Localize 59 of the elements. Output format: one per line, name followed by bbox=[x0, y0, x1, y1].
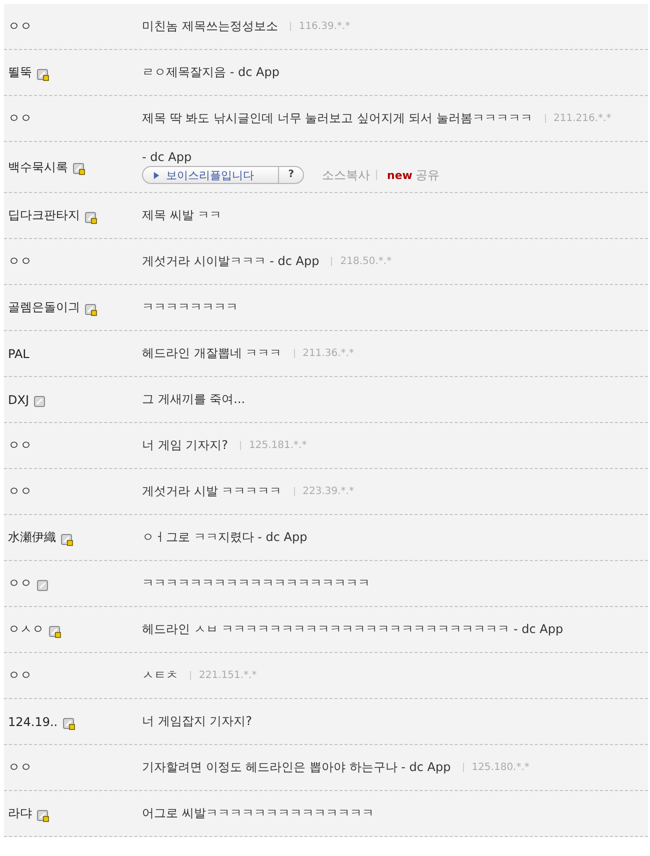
gallery-lock-icon[interactable] bbox=[73, 163, 85, 175]
comment-text: 그 게새끼를 죽여... bbox=[142, 391, 246, 408]
gallery-lock-icon[interactable] bbox=[49, 626, 61, 638]
ip-address: 125.181.*.* bbox=[240, 441, 307, 450]
user-nickname: PAL bbox=[8, 346, 30, 360]
user-nickname: 라댜 bbox=[8, 805, 32, 822]
ip-address: 223.39.*.* bbox=[294, 487, 354, 496]
gallery-lock-icon[interactable] bbox=[85, 212, 97, 224]
user-nickname: 골렘은돌이긔 bbox=[8, 299, 80, 316]
comment-text: - dc App bbox=[142, 150, 192, 164]
voice-reply-player[interactable]: 보이스리플입니다 ? bbox=[142, 166, 304, 184]
comment-text: 게섯거라 시발 ㅋㅋㅋㅋㅋ bbox=[142, 483, 282, 500]
ip-address: 218.50.*.* bbox=[331, 257, 392, 266]
comment-text: 게섯거라 시이발ㅋㅋㅋ - dc App bbox=[142, 253, 320, 270]
user-nickname: ㅇㅇ bbox=[8, 759, 32, 776]
comment-text: ㄹㅇ제목잘지음 - dc App bbox=[142, 64, 280, 81]
user-nickname: ㅇㅇ bbox=[8, 253, 32, 270]
comment-text: ㅅㅌㅊ bbox=[142, 667, 178, 684]
gallery-lock-icon[interactable] bbox=[37, 810, 49, 822]
user-nickname: DXJ bbox=[8, 392, 29, 406]
comment-text: ㅋㅋㅋㅋㅋㅋㅋㅋㅋㅋㅋㅋㅋㅋㅋㅋㅋㅋㅋ bbox=[142, 575, 370, 592]
user-nickname: 124.19.. bbox=[8, 714, 58, 728]
gallery-lock-icon[interactable] bbox=[85, 304, 97, 316]
user-nickname: ㅇㅇ bbox=[8, 18, 32, 35]
comment-text: ㅇㅓ그로 ㅋㅋ지렸다 - dc App bbox=[142, 529, 308, 546]
user-nickname: ㅇㅇ bbox=[8, 575, 32, 592]
user-nickname: ㅇㅇ bbox=[8, 437, 32, 454]
user-nickname: 뙬뚝 bbox=[8, 64, 32, 81]
comment-text: 기자할려면 이정도 헤드라인은 뽑아야 하는구나 - dc App bbox=[142, 759, 451, 776]
gallery-lock-icon[interactable] bbox=[61, 534, 73, 546]
ip-address: 211.36.*.* bbox=[294, 349, 354, 358]
user-nickname: 백수묵시록 bbox=[8, 158, 68, 176]
ip-address: 211.216.*.* bbox=[544, 114, 612, 123]
user-nickname: 水瀬伊織 bbox=[8, 529, 56, 546]
ip-address: 116.39.*.* bbox=[290, 22, 350, 31]
play-icon[interactable] bbox=[153, 172, 160, 178]
new-label: new bbox=[387, 168, 412, 182]
user-nickname: 딥다크판타지 bbox=[8, 207, 80, 224]
comment-text: 제목 딱 봐도 낚시글인데 너무 눌러보고 싶어지게 되서 눌러봄ㅋㅋㅋㅋㅋ bbox=[142, 110, 533, 127]
help-button[interactable]: ? bbox=[278, 167, 303, 183]
user-nickname: ㅇㅇ bbox=[8, 483, 32, 500]
comment-text: 너 게임 기자지? bbox=[142, 437, 228, 454]
ip-address: 221.151.*.* bbox=[190, 671, 257, 680]
comment-text: 제목 씨발 ㅋㅋ bbox=[142, 207, 222, 224]
comment-text: 미친놈 제목쓰는정성보소 bbox=[142, 18, 278, 35]
voice-label: 보이스리플입니다 bbox=[166, 168, 255, 182]
comment-text: 헤드라인 ㅅㅂ ㅋㅋㅋㅋㅋㅋㅋㅋㅋㅋㅋㅋㅋㅋㅋㅋㅋㅋㅋㅋㅋㅋㅋㅋ - dc App bbox=[142, 621, 564, 638]
comment-text: 너 게임잡지 기자지? bbox=[142, 713, 252, 730]
gallery-icon[interactable] bbox=[37, 580, 49, 592]
comment-text: 헤드라인 개잘뽑네 ㅋㅋㅋ bbox=[142, 345, 282, 362]
comment-text: ㅋㅋㅋㅋㅋㅋㅋㅋ bbox=[142, 299, 238, 316]
gallery-icon[interactable] bbox=[34, 396, 46, 408]
user-nickname: ㅇㅅㅇ bbox=[8, 621, 44, 638]
user-nickname: ㅇㅇ bbox=[8, 110, 32, 127]
ip-address: 125.180.*.* bbox=[462, 763, 530, 772]
gallery-lock-icon[interactable] bbox=[62, 718, 75, 730]
user-nickname: ㅇㅇ bbox=[8, 667, 32, 684]
comment-text: 어그로 씨발ㅋㅋㅋㅋㅋㅋㅋㅋㅋㅋㅋㅋㅋㅋ bbox=[142, 805, 374, 822]
gallery-lock-icon[interactable] bbox=[37, 68, 49, 80]
